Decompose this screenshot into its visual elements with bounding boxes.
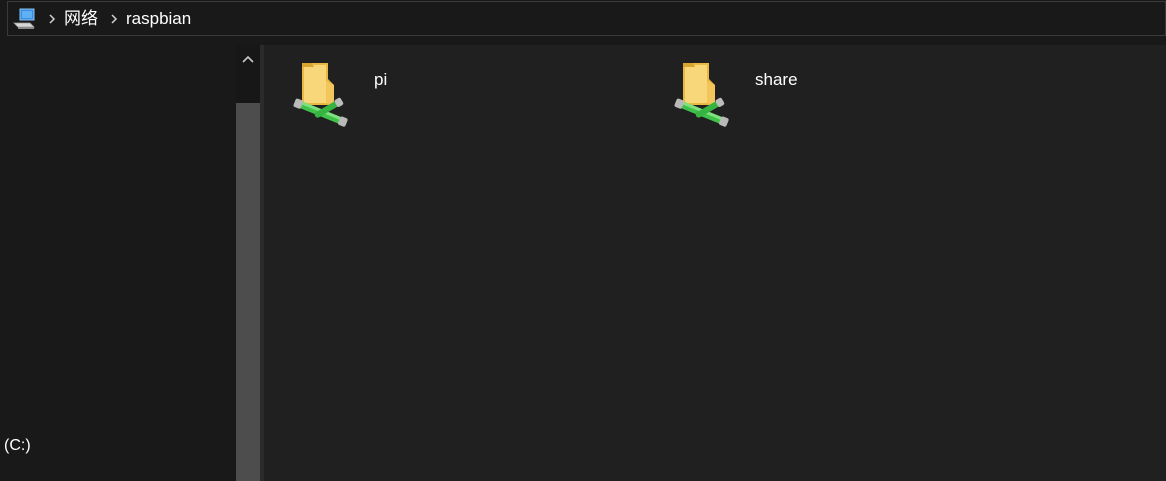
caret-up-icon[interactable] [236, 45, 260, 73]
address-bar[interactable]: 网络 raspbian [7, 1, 1166, 36]
item-label: pi [374, 70, 388, 89]
file-list: pi share [264, 45, 1166, 481]
network-computer-icon[interactable] [12, 8, 38, 30]
item-label: share [755, 70, 798, 89]
nav-item-drive-c[interactable]: (C:) [4, 437, 31, 455]
breadcrumb-raspbian[interactable]: raspbian [126, 8, 191, 30]
folder-item-share[interactable]: share [645, 59, 985, 129]
breadcrumb-network[interactable]: 网络 [64, 8, 98, 30]
nav-pane-scrollbar[interactable] [236, 45, 260, 481]
scrollbar-thumb[interactable] [236, 103, 260, 481]
folder-item-pi[interactable]: pi [264, 59, 604, 129]
navigation-pane: (C:) [0, 37, 236, 481]
shared-folder-icon [673, 59, 733, 127]
chevron-right-icon[interactable] [46, 12, 58, 26]
shared-folder-icon [292, 59, 352, 127]
chevron-right-icon[interactable] [108, 12, 120, 26]
